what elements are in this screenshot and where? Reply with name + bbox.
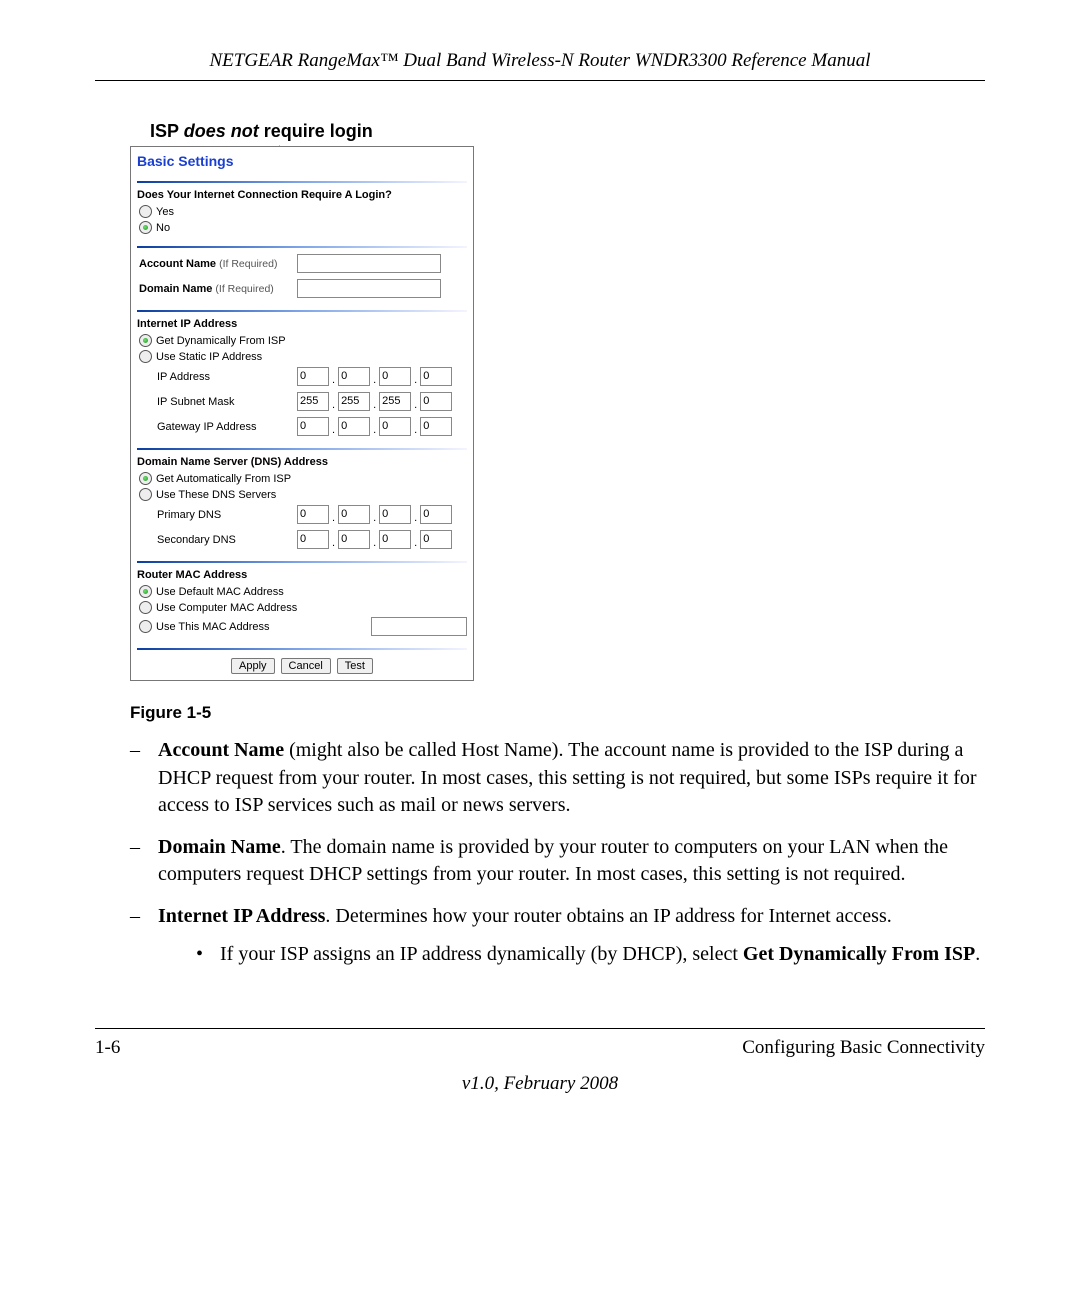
sub-list-item: If your ISP assigns an IP address dynami…: [196, 941, 985, 969]
dns-section: Domain Name Server (DNS) Address: [137, 456, 467, 468]
sub1-post: .: [975, 943, 980, 965]
radio-mac-this[interactable]: [139, 620, 152, 633]
apply-button[interactable]: Apply: [231, 658, 275, 674]
primary-dns-octet-1[interactable]: 0: [297, 505, 329, 524]
secondary-dns-label: Secondary DNS: [137, 534, 297, 546]
subnet-octet-2[interactable]: 255: [338, 392, 370, 411]
basic-settings-panel: Basic Settings Does Your Internet Connec…: [130, 146, 474, 681]
callout-italic: does not: [184, 121, 259, 141]
footer-section-title: Configuring Basic Connectivity: [742, 1037, 985, 1059]
mac-section: Router MAC Address: [137, 569, 467, 581]
ip-address-octet-2[interactable]: 0: [338, 367, 370, 386]
secondary-dns-octet-1[interactable]: 0: [297, 530, 329, 549]
gateway-label: Gateway IP Address: [137, 421, 297, 433]
login-question: Does Your Internet Connection Require A …: [137, 189, 467, 201]
list-item: Account Name (might also be called Host …: [130, 737, 985, 820]
callout-pre: ISP: [150, 121, 184, 141]
callout-post: require login: [259, 121, 373, 141]
radio-mac-default-label: Use Default MAC Address: [156, 586, 284, 598]
footer-page-number: 1-6: [95, 1037, 120, 1059]
divider: [137, 246, 467, 248]
radio-mac-default[interactable]: [139, 585, 152, 598]
domain-name-label: Domain Name (If Required): [137, 283, 297, 295]
sub1-bold: Get Dynamically From ISP: [743, 943, 975, 965]
internet-ip-section: Internet IP Address: [137, 318, 467, 330]
mac-address-input[interactable]: [371, 617, 467, 636]
radio-dns-manual[interactable]: [139, 488, 152, 501]
radio-dns-auto[interactable]: [139, 472, 152, 485]
divider: [137, 310, 467, 312]
secondary-dns-octet-2[interactable]: 0: [338, 530, 370, 549]
figure-caption: Figure 1-5: [130, 703, 985, 723]
divider: [137, 448, 467, 450]
page-footer: 1-6 Configuring Basic Connectivity: [95, 1028, 985, 1059]
radio-mac-computer-label: Use Computer MAC Address: [156, 602, 297, 614]
panel-title: Basic Settings: [137, 153, 467, 169]
ip-address-octet-3[interactable]: 0: [379, 367, 411, 386]
description-list: Account Name (might also be called Host …: [130, 737, 985, 968]
radio-yes-label: Yes: [156, 206, 174, 218]
cancel-button[interactable]: Cancel: [281, 658, 331, 674]
primary-dns-octet-2[interactable]: 0: [338, 505, 370, 524]
list-item: Internet IP Address. Determines how your…: [130, 903, 985, 968]
primary-dns-octet-3[interactable]: 0: [379, 505, 411, 524]
domain-name-input[interactable]: [297, 279, 441, 298]
item1-bold: Account Name: [158, 739, 284, 761]
account-name-hint: (If Required): [219, 258, 277, 270]
ip-address-label: IP Address: [137, 371, 297, 383]
ip-subnet-label: IP Subnet Mask: [137, 396, 297, 408]
radio-ip-dynamic[interactable]: [139, 334, 152, 347]
radio-yes[interactable]: [139, 205, 152, 218]
page-header-title: NETGEAR RangeMax™ Dual Band Wireless-N R…: [95, 50, 985, 81]
item2-bold: Domain Name: [158, 836, 281, 858]
gateway-octet-2[interactable]: 0: [338, 417, 370, 436]
radio-no-label: No: [156, 222, 170, 234]
item3-bold: Internet IP Address: [158, 905, 325, 927]
radio-ip-dynamic-label: Get Dynamically From ISP: [156, 335, 286, 347]
account-name-label: Account Name (If Required): [137, 258, 297, 270]
divider: [137, 561, 467, 563]
secondary-dns-octet-3[interactable]: 0: [379, 530, 411, 549]
account-name-input[interactable]: [297, 254, 441, 273]
radio-dns-auto-label: Get Automatically From ISP: [156, 473, 291, 485]
footer-version: v1.0, February 2008: [95, 1073, 985, 1095]
callout-label: ISP does not require login: [150, 121, 985, 142]
test-button[interactable]: Test: [337, 658, 373, 674]
gateway-octet-1[interactable]: 0: [297, 417, 329, 436]
sub1-pre: If your ISP assigns an IP address dynami…: [220, 943, 743, 965]
primary-dns-label: Primary DNS: [137, 509, 297, 521]
subnet-octet-1[interactable]: 255: [297, 392, 329, 411]
radio-mac-this-label: Use This MAC Address: [156, 621, 270, 633]
list-item: Domain Name. The domain name is provided…: [130, 834, 985, 889]
primary-dns-octet-4[interactable]: 0: [420, 505, 452, 524]
ip-address-octet-4[interactable]: 0: [420, 367, 452, 386]
domain-name-bold: Domain Name: [139, 283, 212, 295]
subnet-octet-4[interactable]: 0: [420, 392, 452, 411]
radio-mac-computer[interactable]: [139, 601, 152, 614]
gateway-octet-4[interactable]: 0: [420, 417, 452, 436]
ip-address-octet-1[interactable]: 0: [297, 367, 329, 386]
divider: [137, 648, 467, 650]
secondary-dns-octet-4[interactable]: 0: [420, 530, 452, 549]
gateway-octet-3[interactable]: 0: [379, 417, 411, 436]
radio-ip-static[interactable]: [139, 350, 152, 363]
radio-ip-static-label: Use Static IP Address: [156, 351, 262, 363]
divider: [137, 181, 467, 183]
item3-text: . Determines how your router obtains an …: [325, 905, 891, 927]
domain-name-hint: (If Required): [215, 283, 273, 295]
subnet-octet-3[interactable]: 255: [379, 392, 411, 411]
account-name-bold: Account Name: [139, 258, 216, 270]
radio-no[interactable]: [139, 221, 152, 234]
radio-dns-manual-label: Use These DNS Servers: [156, 489, 276, 501]
